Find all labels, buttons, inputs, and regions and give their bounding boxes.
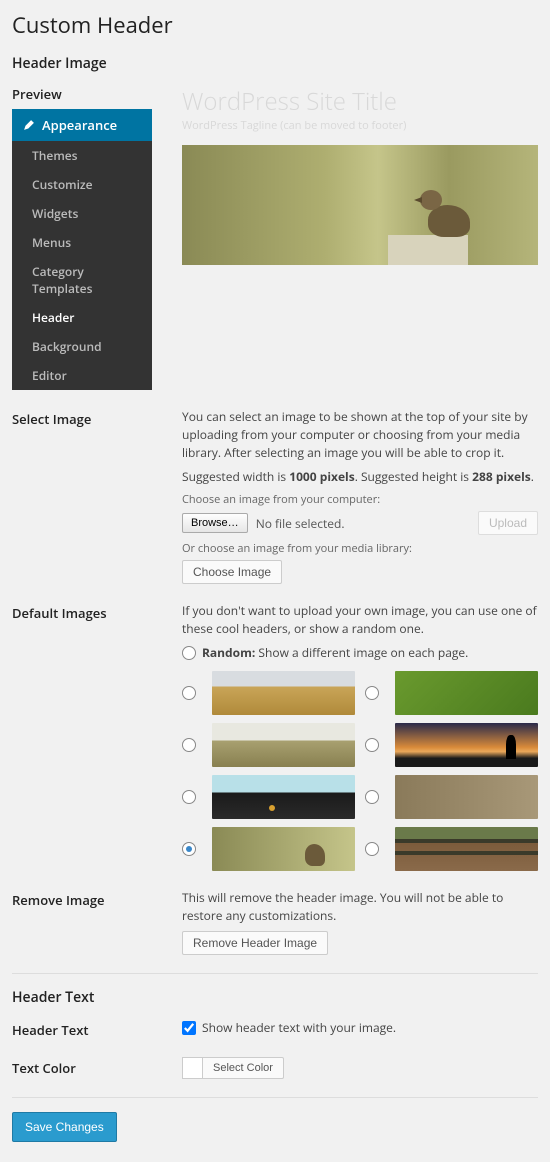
preview-row: Preview Appearance Themes Customize Widg… [12,85,538,390]
header-text-label: Header Text [12,1019,182,1039]
sidebar-item-themes[interactable]: Themes [12,141,152,170]
appearance-icon [22,118,36,132]
default-header-7[interactable] [212,827,355,871]
default-header-6[interactable] [395,775,538,819]
select-image-label: Select Image [12,408,182,428]
radio-header-2[interactable] [365,686,379,700]
color-swatch[interactable] [182,1057,202,1079]
radio-header-4[interactable] [365,738,379,752]
page-title: Custom Header [12,10,538,40]
header-text-row: Header Text Show header text with your i… [12,1019,538,1039]
default-header-1[interactable] [212,671,355,715]
default-header-grid [182,671,538,871]
default-header-2[interactable] [395,671,538,715]
choose-image-button[interactable]: Choose Image [182,560,282,584]
select-color-button[interactable]: Select Color [202,1057,284,1079]
sidebar-item-background[interactable]: Background [12,332,152,361]
sidebar-item-header[interactable]: Header [12,303,152,332]
save-changes-button[interactable]: Save Changes [12,1112,117,1142]
radio-header-6[interactable] [365,790,379,804]
radio-header-5[interactable] [182,790,196,804]
remove-image-label: Remove Image [12,889,182,909]
remove-header-image-button[interactable]: Remove Header Image [182,931,328,955]
section-header-image: Header Image [12,54,538,73]
browse-button[interactable]: Browse… [182,513,248,533]
text-color-row: Text Color Select Color [12,1057,538,1079]
select-image-desc: You can select an image to be shown at t… [182,408,538,462]
default-header-8[interactable] [395,827,538,871]
show-header-text-label[interactable]: Show header text with your image. [182,1019,538,1036]
radio-header-3[interactable] [182,738,196,752]
radio-header-7[interactable] [182,842,196,856]
remove-image-row: Remove Image This will remove the header… [12,889,538,955]
default-images-label: Default Images [12,602,182,622]
section-header-text: Header Text [12,988,538,1007]
sidebar-item-widgets[interactable]: Widgets [12,199,152,228]
radio-random[interactable] [182,646,196,660]
choose-from-library-hint: Or choose an image from your media libra… [182,541,538,556]
default-header-4[interactable] [395,723,538,767]
upload-button[interactable]: Upload [478,511,538,535]
header-image-preview [182,145,538,265]
divider-bottom [12,1097,538,1098]
sidebar-parent-appearance[interactable]: Appearance [12,109,152,141]
divider [12,973,538,974]
sidebar-item-customize[interactable]: Customize [12,170,152,199]
show-header-text-checkbox[interactable] [182,1021,196,1035]
text-color-label: Text Color [12,1057,182,1077]
remove-image-desc: This will remove the header image. You w… [182,889,538,925]
select-image-row: Select Image You can select an image to … [12,408,538,584]
admin-sidebar: Appearance Themes Customize Widgets Menu… [12,109,152,390]
sidebar-item-menus[interactable]: Menus [12,228,152,257]
radio-header-1[interactable] [182,686,196,700]
select-image-dims: Suggested width is 1000 pixels. Suggeste… [182,468,538,486]
preview-label: Preview [12,85,182,103]
default-images-desc: If you don't want to upload your own ima… [182,602,538,638]
sidebar-item-category-templates[interactable]: Category Templates [12,257,152,303]
sidebar-item-editor[interactable]: Editor [12,361,152,390]
file-status: No file selected. [256,515,345,532]
default-images-row: Default Images If you don't want to uplo… [12,602,538,871]
site-tagline: WordPress Tagline (can be moved to foote… [182,118,538,133]
default-header-5[interactable] [212,775,355,819]
site-title: WordPress Site Title [182,85,538,118]
choose-from-computer-hint: Choose an image from your computer: [182,492,538,507]
default-header-3[interactable] [212,723,355,767]
radio-header-8[interactable] [365,842,379,856]
